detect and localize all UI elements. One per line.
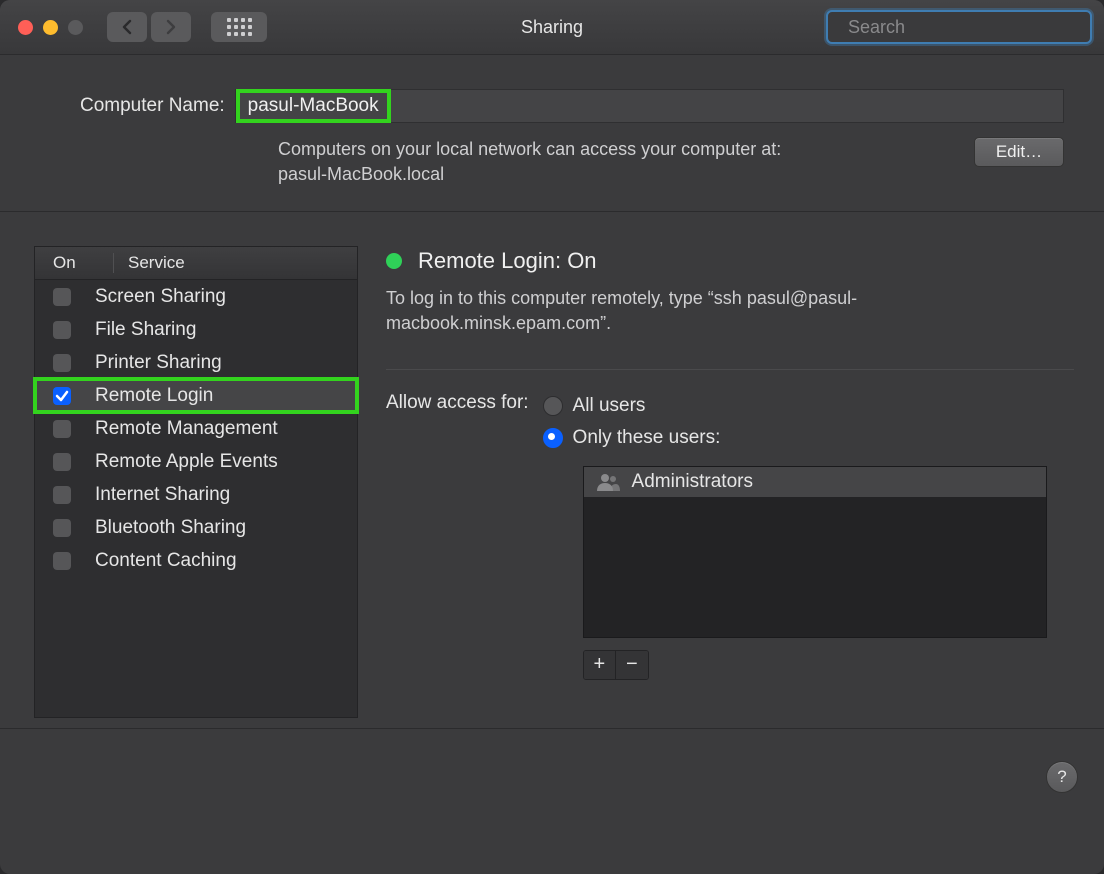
service-label: Content Caching: [95, 550, 237, 572]
minimize-window-button[interactable]: [43, 20, 58, 35]
window-controls: [18, 20, 83, 35]
status-description: To log in to this computer remotely, typ…: [386, 286, 1074, 335]
forward-button[interactable]: [151, 12, 191, 42]
show-all-prefs-button[interactable]: [211, 12, 267, 42]
checkbox[interactable]: [53, 486, 71, 504]
service-row-remote-management[interactable]: Remote Management: [35, 412, 357, 445]
user-name: Administrators: [632, 471, 753, 493]
close-window-button[interactable]: [18, 20, 33, 35]
col-on[interactable]: On: [35, 253, 114, 273]
service-label: File Sharing: [95, 319, 196, 341]
service-detail-pane: Remote Login: On To log in to this compu…: [386, 246, 1074, 718]
service-label: Printer Sharing: [95, 352, 222, 374]
col-service[interactable]: Service: [114, 253, 185, 273]
service-row-screen-sharing[interactable]: Screen Sharing: [35, 280, 357, 313]
remove-user-button[interactable]: −: [616, 651, 648, 679]
radio-label: Only these users:: [573, 427, 721, 449]
services-table: On Service Screen Sharing File Sharing P…: [34, 246, 358, 718]
checkbox[interactable]: [53, 321, 71, 339]
checkbox[interactable]: [53, 552, 71, 570]
divider: [386, 369, 1074, 370]
service-row-internet-sharing[interactable]: Internet Sharing: [35, 478, 357, 511]
service-label: Bluetooth Sharing: [95, 517, 246, 539]
service-label: Remote Login: [95, 385, 213, 407]
radio-label: All users: [573, 395, 646, 417]
service-label: Remote Apple Events: [95, 451, 278, 473]
search-input[interactable]: [846, 16, 1082, 39]
computer-name-label: Computer Name:: [80, 95, 225, 117]
checkbox[interactable]: [53, 354, 71, 372]
computer-name-section: Computer Name: pasul-MacBook Computers o…: [0, 55, 1104, 212]
status-indicator-icon: [386, 253, 402, 269]
service-row-file-sharing[interactable]: File Sharing: [35, 313, 357, 346]
computer-name-hint: Computers on your local network can acce…: [278, 137, 954, 187]
list-item[interactable]: Administrators: [584, 467, 1046, 497]
service-row-remote-login[interactable]: Remote Login: [35, 379, 357, 412]
computer-name-field[interactable]: pasul-MacBook: [235, 89, 1064, 123]
service-label: Internet Sharing: [95, 484, 230, 506]
checkbox[interactable]: [53, 519, 71, 537]
access-only-users-option[interactable]: Only these users:: [543, 422, 1047, 454]
services-header: On Service: [35, 247, 357, 280]
add-user-button[interactable]: +: [584, 651, 617, 679]
add-remove-users: + −: [583, 650, 649, 680]
checkbox[interactable]: [53, 453, 71, 471]
search-field[interactable]: [826, 10, 1092, 44]
service-row-printer-sharing[interactable]: Printer Sharing: [35, 346, 357, 379]
grid-icon: [227, 18, 252, 36]
radio-button[interactable]: [543, 428, 563, 448]
access-label: Allow access for:: [386, 390, 529, 414]
service-row-bluetooth-sharing[interactable]: Bluetooth Sharing: [35, 511, 357, 544]
bottom-bar: ?: [0, 729, 1104, 819]
checkbox[interactable]: [53, 387, 71, 405]
radio-button[interactable]: [543, 396, 563, 416]
access-all-users-option[interactable]: All users: [543, 390, 1047, 422]
status-title: Remote Login: On: [418, 248, 597, 274]
titlebar: Sharing: [0, 0, 1104, 55]
computer-name-value: pasul-MacBook: [236, 89, 391, 123]
allowed-users-list[interactable]: Administrators: [583, 466, 1047, 638]
zoom-window-button[interactable]: [68, 20, 83, 35]
service-label: Screen Sharing: [95, 286, 226, 308]
checkbox[interactable]: [53, 420, 71, 438]
service-row-content-caching[interactable]: Content Caching: [35, 544, 357, 577]
back-button[interactable]: [107, 12, 147, 42]
help-button[interactable]: ?: [1046, 761, 1078, 793]
service-label: Remote Management: [95, 418, 278, 440]
checkbox[interactable]: [53, 288, 71, 306]
edit-hostname-button[interactable]: Edit…: [974, 137, 1064, 167]
service-row-remote-apple-events[interactable]: Remote Apple Events: [35, 445, 357, 478]
people-icon: [596, 473, 620, 491]
